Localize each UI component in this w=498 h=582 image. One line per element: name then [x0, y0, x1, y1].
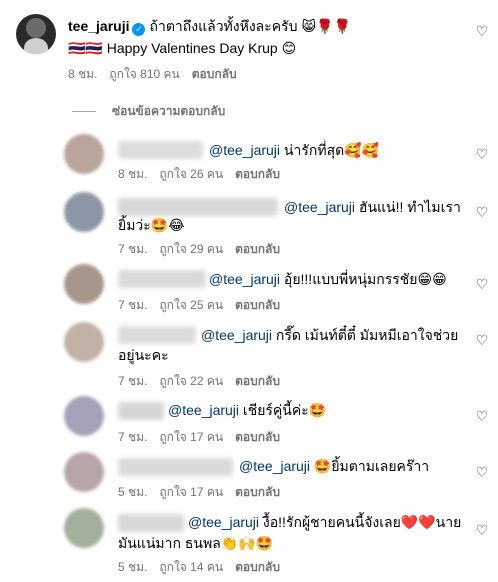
reply-likes[interactable]: ถูกใจ 17 คน: [159, 430, 223, 444]
reply-text: @tee_jaruji อุ้ย!!!แบบพี่หนุ่มกรรชัย😁😁: [209, 268, 447, 290]
main-comment-meta: 8 ชม. ถูกใจ 810 คน ตอบกลับ: [68, 67, 249, 81]
avatar[interactable]: [16, 14, 56, 54]
reply-text: @tee_jaruji กรี๊ด เม้นท์ตี๋ตี๋ มัมหมีเอา…: [201, 324, 458, 346]
reply-button[interactable]: ตอบกลับ: [235, 560, 280, 574]
reply-body: เชียร์คู่นี้ค่ะ🤩: [239, 402, 327, 418]
reply-meta: 7 ชม. ถูกใจ 29 คน ตอบกลับ: [118, 242, 292, 256]
reply-button[interactable]: ตอบกลับ: [235, 430, 280, 444]
avatar[interactable]: [64, 264, 104, 304]
mention-link[interactable]: @tee_jaruji: [209, 271, 280, 287]
reply-text: @tee_jaruji น่ารักที่สุด🥰🥰: [209, 139, 379, 161]
redacted-username[interactable]: [118, 458, 233, 476]
reply-body: กรี๊ด เม้นท์ตี๋ตี๋ มัมหมีเอาใจช่วย: [272, 327, 459, 343]
reply-body: น่ารักที่สุด🥰🥰: [280, 142, 380, 158]
reply-meta: 5 ชม. ถูกใจ 14 คน ตอบกลับ: [118, 560, 292, 574]
redacted-username[interactable]: [118, 141, 203, 159]
avatar[interactable]: [64, 396, 104, 436]
like-heart-icon[interactable]: ♡: [475, 333, 489, 347]
like-heart-icon[interactable]: ♡: [475, 205, 489, 219]
reply-time: 7 ชม.: [118, 430, 148, 444]
reply-text-line-2: มันแน่มาก ธนพล👏🙌🤩: [118, 535, 274, 551]
reply-text: @tee_jaruji งื้อ!!รักผู้ชายคนนี้จังเลย❤️…: [188, 511, 461, 533]
reply-button[interactable]: ตอบกลับ: [192, 67, 237, 81]
like-heart-icon[interactable]: ♡: [475, 409, 489, 423]
like-heart-icon[interactable]: ♡: [475, 24, 489, 38]
reply-likes[interactable]: ถูกใจ 29 คน: [159, 242, 223, 256]
reply-time: 7 ชม.: [118, 242, 148, 256]
avatar[interactable]: [64, 192, 104, 232]
main-comment: tee_jaruji ✓ ถ้าตาถึงแล้วทั้งหึงละครับ 😸🌹🌹…: [0, 0, 498, 92]
comment-likes[interactable]: ถูกใจ 810 คน: [109, 67, 179, 81]
reply-button[interactable]: ตอบกลับ: [235, 485, 280, 499]
username[interactable]: tee_jaruji: [68, 18, 129, 34]
reply-body: ฮันแน่!! ทำไมเรา: [355, 199, 461, 215]
reply-time: 5 ชม.: [118, 485, 148, 499]
reply-likes[interactable]: ถูกใจ 17 คน: [159, 485, 223, 499]
mention-link[interactable]: @tee_jaruji: [201, 327, 272, 343]
redacted-username[interactable]: [118, 326, 196, 344]
reply-meta: 7 ชม. ถูกใจ 17 คน ตอบกลับ: [118, 430, 292, 444]
caption-line-2: 🇹🇭🇹🇭 Happy Valentines Day Krup 😊: [68, 40, 297, 56]
hide-replies-label: ซ่อนข้อความตอบกลับ: [112, 104, 226, 118]
reply-button[interactable]: ตอบกลับ: [235, 374, 280, 388]
reply-time: 7 ชม.: [118, 298, 148, 312]
reply-meta: 7 ชม. ถูกใจ 22 คน ตอบกลับ: [118, 374, 292, 388]
reply-text: @tee_jaruji เชียร์คู่นี้ค่ะ🤩: [168, 399, 326, 421]
redacted-username[interactable]: [118, 514, 184, 532]
reply-text-line-2: ยิ้มว่ะ🤩😂: [118, 217, 185, 233]
redacted-username[interactable]: [118, 270, 206, 288]
reply-meta: 5 ชม. ถูกใจ 17 คน ตอบกลับ: [118, 485, 292, 499]
comment-time: 8 ชม.: [68, 67, 98, 81]
hide-replies-button[interactable]: ซ่อนข้อความตอบกลับ: [72, 102, 225, 121]
reply-body: อุ้ย!!!แบบพี่หนุ่มกรรชัย😁😁: [280, 271, 447, 287]
reply-time: 5 ชม.: [118, 560, 148, 574]
caption-line-1: ถ้าตาถึงแล้วทั้งหึงละครับ 😸🌹🌹: [149, 18, 351, 34]
mention-link[interactable]: @tee_jaruji: [188, 514, 259, 530]
reply-meta: 8 ชม. ถูกใจ 26 คน ตอบกลับ: [118, 167, 292, 181]
reply-time: 7 ชม.: [118, 374, 148, 388]
like-heart-icon[interactable]: ♡: [475, 147, 489, 161]
main-comment-header: tee_jaruji ✓ ถ้าตาถึงแล้วทั้งหึงละครับ 😸🌹🌹: [68, 17, 351, 36]
avatar[interactable]: [64, 322, 104, 362]
like-heart-icon[interactable]: ♡: [475, 523, 489, 537]
reply-likes[interactable]: ถูกใจ 25 คน: [159, 298, 223, 312]
reply-text: @tee_jaruji 🤩ยิ้มตามเลยคร๊าา: [239, 455, 429, 477]
reply-likes[interactable]: ถูกใจ 26 คน: [159, 167, 223, 181]
like-heart-icon[interactable]: ♡: [475, 465, 489, 479]
avatar[interactable]: [64, 452, 104, 492]
reply-body: 🤩ยิ้มตามเลยคร๊าา: [310, 458, 430, 474]
reply-likes[interactable]: ถูกใจ 14 คน: [159, 560, 223, 574]
mention-link[interactable]: @tee_jaruji: [239, 458, 310, 474]
reply-button[interactable]: ตอบกลับ: [235, 242, 280, 256]
reply-button[interactable]: ตอบกลับ: [235, 167, 280, 181]
reply-meta: 7 ชม. ถูกใจ 25 คน ตอบกลับ: [118, 298, 292, 312]
reply-text: @tee_jaruji ฮันแน่!! ทำไมเรา: [284, 196, 461, 218]
like-heart-icon[interactable]: ♡: [475, 277, 489, 291]
divider: [72, 111, 96, 113]
reply-text-line-2: อยู่นะคะ: [118, 347, 169, 363]
avatar[interactable]: [64, 508, 104, 548]
reply-time: 8 ชม.: [118, 167, 148, 181]
mention-link[interactable]: @tee_jaruji: [209, 142, 280, 158]
mention-link[interactable]: @tee_jaruji: [168, 402, 239, 418]
reply-button[interactable]: ตอบกลับ: [235, 298, 280, 312]
avatar[interactable]: [64, 134, 104, 174]
verified-badge-icon: ✓: [132, 23, 146, 36]
reply-body: งื้อ!!รักผู้ชายคนนี้จังเลย❤️❤️นาย: [259, 514, 462, 530]
redacted-username[interactable]: [118, 402, 164, 420]
reply-likes[interactable]: ถูกใจ 22 คน: [159, 374, 223, 388]
mention-link[interactable]: @tee_jaruji: [284, 199, 355, 215]
